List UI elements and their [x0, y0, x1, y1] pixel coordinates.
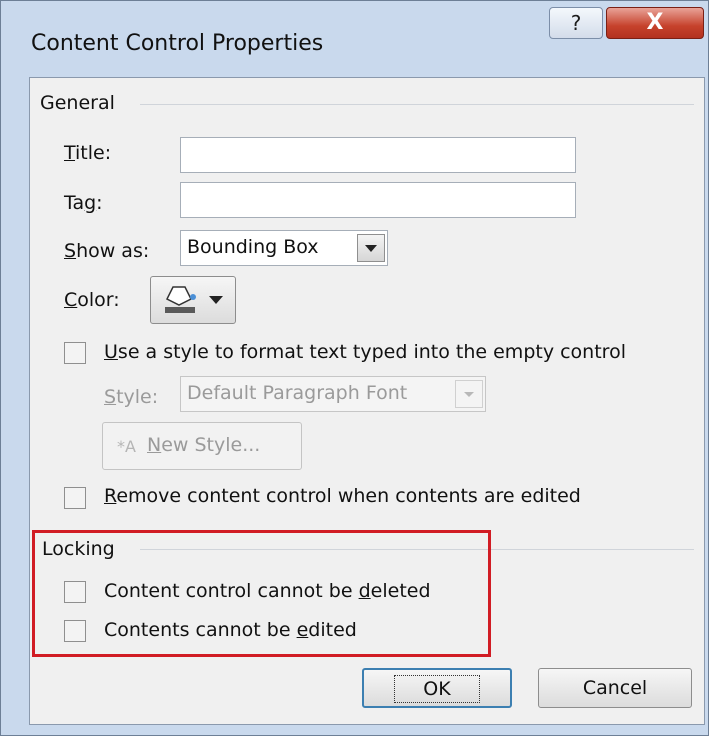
showas-value: Bounding Box: [187, 236, 319, 258]
remove-control-checkbox[interactable]: [64, 487, 86, 509]
style-value: Default Paragraph Font: [187, 382, 408, 404]
tag-input[interactable]: [180, 182, 576, 218]
help-icon: ?: [570, 11, 582, 35]
style-dropdown[interactable]: Default Paragraph Font: [180, 376, 486, 412]
general-group-rule: [140, 104, 694, 105]
chevron-down-icon: [464, 392, 474, 397]
color-picker-button[interactable]: [150, 276, 236, 324]
ok-label: OK: [394, 675, 480, 703]
title-input[interactable]: [180, 137, 576, 173]
style-label: Style:: [104, 386, 159, 408]
showas-dropdown[interactable]: Bounding Box: [180, 230, 388, 266]
chevron-down-icon: [365, 245, 377, 252]
title-label: Title:: [64, 142, 112, 164]
showas-dropdown-button[interactable]: [357, 234, 385, 262]
help-button[interactable]: ?: [549, 7, 603, 39]
use-style-label: Use a style to format text typed into th…: [104, 341, 626, 363]
new-style-button[interactable]: *A New Style...: [102, 422, 302, 470]
new-style-label: New Style...: [147, 434, 261, 456]
showas-label: Show as:: [64, 240, 150, 262]
color-label: Color:: [64, 289, 120, 311]
style-dropdown-button[interactable]: [455, 380, 483, 408]
paint-bucket-icon: [165, 286, 223, 313]
new-style-icon: *A: [117, 437, 136, 456]
cancel-label: Cancel: [582, 677, 648, 699]
tag-label: Tag:: [64, 192, 103, 214]
close-icon: X: [646, 10, 664, 35]
locking-highlight-box: [32, 530, 491, 657]
remove-control-label: Remove content control when contents are…: [104, 485, 581, 507]
svg-text:*A: *A: [117, 437, 136, 456]
general-group-heading: General: [40, 92, 115, 114]
close-button[interactable]: X: [606, 7, 704, 39]
cancel-button[interactable]: Cancel: [538, 668, 692, 708]
use-style-checkbox[interactable]: [64, 342, 86, 364]
dialog-title: Content Control Properties: [31, 31, 324, 56]
ok-button[interactable]: OK: [362, 668, 512, 708]
